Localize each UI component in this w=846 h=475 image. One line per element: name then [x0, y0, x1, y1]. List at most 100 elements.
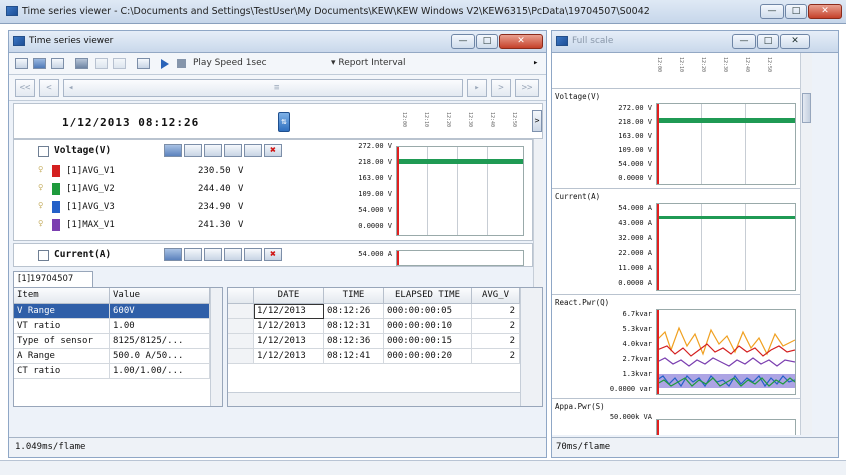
- table-row[interactable]: CT ratio 1.00/1.00/...: [14, 364, 210, 379]
- row-header: [228, 334, 254, 349]
- zoom-out-icon[interactable]: [113, 58, 126, 69]
- cursor-line[interactable]: [657, 420, 659, 435]
- scroll-right-icon[interactable]: ▸: [467, 79, 487, 97]
- minus-icon[interactable]: [204, 248, 222, 261]
- grid-icon[interactable]: [184, 248, 202, 261]
- viewer-icon: [13, 36, 25, 46]
- grid-icon[interactable]: [184, 144, 202, 157]
- fs-scroll-thumb[interactable]: [802, 93, 811, 123]
- cursor-line[interactable]: [657, 204, 659, 290]
- inner-title-bar: Time series viewer — □ ✕: [9, 31, 546, 53]
- tab-device[interactable]: [1]19704507: [13, 271, 93, 287]
- minimize-button[interactable]: —: [760, 4, 784, 19]
- close-button[interactable]: ✕: [808, 4, 842, 19]
- time-header: 1/12/2013 08:12:26 ⇅ 12:00 12:10 12:20 1…: [13, 103, 543, 139]
- column-header[interactable]: ELAPSED TIME: [384, 288, 472, 304]
- print-icon[interactable]: [75, 58, 88, 69]
- play-icon[interactable]: [161, 59, 169, 69]
- zoom-in-icon[interactable]: [95, 58, 108, 69]
- next-button[interactable]: >: [491, 79, 511, 97]
- column-header[interactable]: TIME: [324, 288, 384, 304]
- table-row[interactable]: 1/12/2013 08:12:26 000:00:00:05 2: [228, 304, 520, 319]
- header-scroll-button[interactable]: >: [532, 110, 542, 132]
- scroll-left-icon[interactable]: ◂: [68, 83, 73, 93]
- chart-icon[interactable]: [164, 144, 182, 157]
- props-scrollbar[interactable]: [210, 288, 222, 406]
- inner-minimize-button[interactable]: —: [451, 34, 475, 49]
- sync-icon[interactable]: ⇅: [278, 112, 290, 132]
- blank-icon[interactable]: [244, 248, 262, 261]
- fs-status-bar: 70ms/flame: [552, 437, 838, 457]
- minus-icon[interactable]: [204, 144, 222, 157]
- copy-icon[interactable]: [224, 248, 242, 261]
- table-row[interactable]: 1/12/2013 08:12:31 000:00:00:10 2: [228, 319, 520, 334]
- time-scrollbar[interactable]: ◂ ≡: [63, 79, 463, 97]
- cursor-line[interactable]: [657, 310, 659, 394]
- first-button[interactable]: <<: [15, 79, 35, 97]
- column-header[interactable]: AVG_V: [472, 288, 520, 304]
- last-button[interactable]: >>: [515, 79, 539, 97]
- header-time: 12:50: [511, 112, 517, 128]
- status-bar: 1.049ms/flame: [9, 437, 546, 457]
- gridline: [701, 104, 702, 184]
- current-checkbox[interactable]: [38, 250, 49, 261]
- stop-icon[interactable]: [177, 59, 186, 68]
- bulb-icon[interactable]: ♀: [38, 219, 43, 229]
- props-header[interactable]: Item: [14, 288, 110, 304]
- fs-minimize-button[interactable]: —: [732, 34, 756, 49]
- axis-label: 54.000 A: [618, 204, 652, 212]
- list-icon[interactable]: [51, 58, 64, 69]
- axis-label: 163.00 V: [358, 174, 392, 182]
- copy-icon[interactable]: [224, 144, 242, 157]
- table-row[interactable]: Type of sensor 8125/8125/...: [14, 334, 210, 349]
- channel-unit: V: [238, 166, 244, 176]
- navigation-bar: << < ◂ ≡ ▸ > >>: [9, 75, 546, 101]
- voltage-rows: ♀ [1]AVG_V1 230.50 V ♀ [1]AVG_V2 244.40 …: [38, 162, 298, 238]
- delete-icon[interactable]: ✖: [264, 248, 282, 261]
- gridline: [745, 104, 746, 184]
- report-interval-dropdown[interactable]: ▾ Report Interval: [331, 58, 406, 68]
- header-time: 12:30: [467, 112, 473, 128]
- axis-label: 272.00 V: [358, 142, 392, 150]
- axis-label: 272.00 V: [618, 104, 652, 112]
- cursor-line[interactable]: [397, 251, 399, 265]
- graph-icon[interactable]: [33, 58, 46, 69]
- full-scale-title: Full scale: [572, 36, 614, 46]
- delete-icon[interactable]: ✖: [264, 144, 282, 157]
- table-row[interactable]: A Range 500.0 A/50...: [14, 349, 210, 364]
- bulb-icon[interactable]: ♀: [38, 165, 43, 175]
- fs-close-button[interactable]: ✕: [780, 34, 810, 49]
- fs-maximize-button[interactable]: □: [757, 34, 779, 49]
- table-row[interactable]: 1/12/2013 08:12:41 000:00:00:20 2: [228, 349, 520, 364]
- chart-icon[interactable]: [164, 248, 182, 261]
- axis-label: 163.00 V: [618, 132, 652, 140]
- fs-current-panel: Current(A) 54.000 A 43.000 A 32.000 A 22…: [552, 189, 800, 295]
- inner-maximize-button[interactable]: □: [476, 34, 498, 49]
- toolbar-more-icon[interactable]: ▸: [533, 58, 538, 68]
- play-speed-label[interactable]: Play Speed 1sec: [193, 58, 267, 68]
- cursor-line[interactable]: [657, 104, 659, 184]
- data-scrollbar[interactable]: [520, 288, 542, 406]
- table-row[interactable]: VT ratio 1.00: [14, 319, 210, 334]
- bulb-icon[interactable]: ♀: [38, 183, 43, 193]
- props-header[interactable]: Value: [110, 288, 210, 304]
- cursor-line[interactable]: [397, 147, 399, 235]
- axis-label: 109.00 V: [618, 146, 652, 154]
- table-row[interactable]: 1/12/2013 08:12:36 000:00:00:15 2: [228, 334, 520, 349]
- voltage-checkbox[interactable]: [38, 146, 49, 157]
- sections-scrollbar[interactable]: [533, 139, 543, 289]
- maximize-button[interactable]: □: [785, 4, 807, 19]
- data-hscrollbar[interactable]: [228, 392, 520, 406]
- table-row[interactable]: V Range 600V: [14, 304, 210, 319]
- blank-icon[interactable]: [244, 144, 262, 157]
- bulb-icon[interactable]: ♀: [38, 201, 43, 211]
- axis-label: 0.0000 A: [618, 279, 652, 287]
- fit-icon[interactable]: [137, 58, 150, 69]
- inner-close-button[interactable]: ✕: [499, 34, 543, 49]
- outer-window-title: Time series viewer - C:\Documents and Se…: [22, 6, 650, 17]
- fs-scrollbar[interactable]: [800, 53, 812, 435]
- scroll-thumb[interactable]: ≡: [274, 80, 279, 96]
- layout-icon[interactable]: [15, 58, 28, 69]
- column-header[interactable]: DATE: [254, 288, 324, 304]
- prev-button[interactable]: <: [39, 79, 59, 97]
